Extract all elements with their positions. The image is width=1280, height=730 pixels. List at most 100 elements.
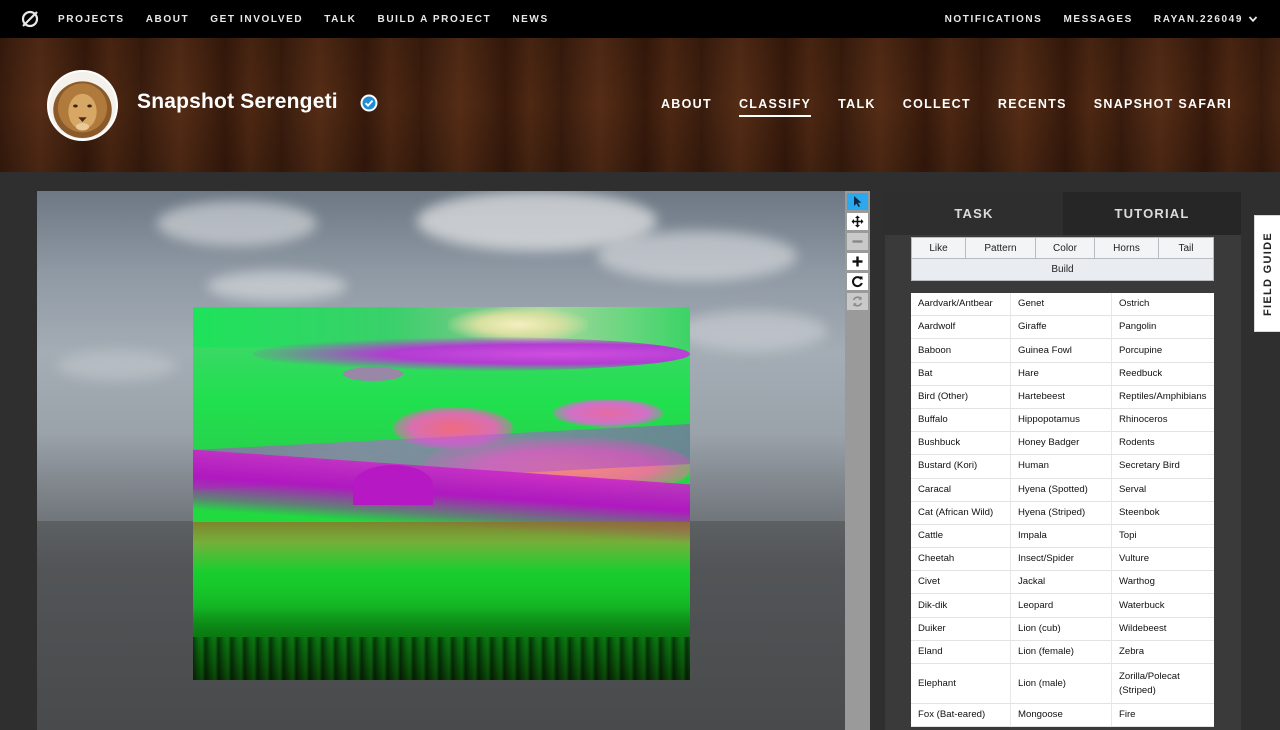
species-choice[interactable]: Reptiles/Amphibians: [1112, 386, 1214, 409]
user-nav: NOTIFICATIONS MESSAGES RAYAN.226049: [945, 14, 1258, 25]
species-choice[interactable]: Serval: [1112, 479, 1214, 502]
species-choice[interactable]: Civet: [911, 571, 1011, 595]
species-choice[interactable]: Cattle: [911, 524, 1011, 549]
move-tool-button[interactable]: [847, 213, 868, 230]
species-choice[interactable]: Rodents: [1112, 432, 1214, 456]
species-choice[interactable]: Waterbuck: [1112, 594, 1214, 618]
species-choice[interactable]: Buffalo: [911, 408, 1011, 433]
messages-link[interactable]: MESSAGES: [1063, 14, 1132, 25]
filter-color-button[interactable]: Color: [1036, 237, 1095, 259]
species-choice[interactable]: Topi: [1112, 525, 1214, 549]
species-choice[interactable]: Aardwolf: [911, 316, 1011, 340]
field-guide-tab[interactable]: FIELD GUIDE: [1254, 215, 1280, 332]
user-menu[interactable]: RAYAN.226049: [1154, 14, 1258, 25]
species-choice[interactable]: Lion (male): [1011, 664, 1112, 704]
tab-tutorial[interactable]: TUTORIAL: [1063, 192, 1241, 235]
project-nav-recents[interactable]: RECENTS: [998, 97, 1067, 111]
species-choice[interactable]: Duiker: [911, 617, 1011, 641]
tab-task[interactable]: TASK: [885, 192, 1063, 235]
filter-horns-button[interactable]: Horns: [1095, 237, 1159, 259]
get-involved-link[interactable]: GET INVOLVED: [210, 14, 303, 25]
species-choice[interactable]: Porcupine: [1112, 339, 1214, 363]
subject-viewer[interactable]: [37, 191, 845, 730]
global-nav-links: PROJECTS ABOUT GET INVOLVED TALK BUILD A PRO…: [58, 14, 570, 25]
filter-tail-button[interactable]: Tail: [1159, 237, 1214, 259]
move-icon: [851, 215, 864, 228]
species-choice[interactable]: Aardvark/Antbear: [911, 293, 1011, 317]
zoom-out-button[interactable]: [847, 233, 868, 250]
species-choice[interactable]: Baboon: [911, 339, 1011, 363]
species-choice[interactable]: Giraffe: [1011, 316, 1112, 340]
news-link[interactable]: NEWS: [512, 14, 548, 25]
species-choice[interactable]: Fire: [1112, 704, 1214, 728]
species-choice[interactable]: Hartebeest: [1011, 385, 1112, 409]
species-choice[interactable]: Elephant: [911, 664, 1011, 704]
species-choice[interactable]: Bustard (Kori): [911, 455, 1011, 479]
project-title[interactable]: Snapshot Serengeti: [137, 90, 338, 114]
filter-pattern-button[interactable]: Pattern: [966, 237, 1036, 259]
species-choice[interactable]: Dik-dik: [911, 594, 1011, 618]
project-nav-classify[interactable]: CLASSIFY: [738, 97, 812, 117]
species-choice[interactable]: Jackal: [1011, 571, 1112, 595]
species-choice[interactable]: Wildebeest: [1112, 618, 1214, 641]
species-choice[interactable]: Bat: [911, 362, 1011, 386]
filter-build-button[interactable]: Build: [911, 259, 1214, 281]
zoom-in-icon: [852, 256, 863, 267]
project-nav-talk[interactable]: TALK: [838, 97, 876, 111]
build-a-project-link[interactable]: BUILD A PROJECT: [378, 14, 492, 25]
species-choice[interactable]: Genet: [1011, 293, 1112, 317]
reset-icon: [852, 296, 863, 307]
species-choice[interactable]: Hyena (Striped): [1011, 501, 1112, 525]
filter-like-button[interactable]: Like: [911, 237, 966, 259]
subject-image[interactable]: [193, 307, 690, 680]
species-choice[interactable]: Secretary Bird: [1112, 455, 1214, 479]
species-choice[interactable]: Zebra: [1112, 641, 1214, 664]
species-choice[interactable]: Fox (Bat-eared): [911, 704, 1011, 728]
rotate-button[interactable]: [847, 273, 868, 290]
species-choice[interactable]: Rhinoceros: [1112, 409, 1214, 433]
species-choice[interactable]: Insect/Spider: [1011, 548, 1112, 572]
species-choice[interactable]: Hippopotamus: [1011, 408, 1112, 433]
zoom-out-icon: [852, 240, 863, 243]
talk-link[interactable]: TALK: [324, 14, 356, 25]
project-nav-snapshot-safari[interactable]: SNAPSHOT SAFARI: [1094, 97, 1232, 111]
species-choice[interactable]: Pangolin: [1112, 316, 1214, 340]
species-choice[interactable]: Warthog: [1112, 571, 1214, 595]
species-choice[interactable]: Bushbuck: [911, 432, 1011, 456]
pointer-tool-button[interactable]: [847, 193, 868, 210]
species-choice[interactable]: Reedbuck: [1112, 363, 1214, 386]
zooniverse-logo-icon[interactable]: [20, 9, 40, 29]
projects-link[interactable]: PROJECTS: [58, 14, 125, 25]
species-choice[interactable]: Caracal: [911, 478, 1011, 502]
species-choice[interactable]: Steenbok: [1112, 502, 1214, 525]
pointer-icon: [854, 196, 862, 207]
species-choice[interactable]: Leopard: [1011, 594, 1112, 618]
species-choice[interactable]: Cat (African Wild): [911, 501, 1011, 525]
species-choice[interactable]: Zorilla/Polecat (Striped): [1112, 664, 1214, 704]
species-choice[interactable]: Guinea Fowl: [1011, 339, 1112, 363]
species-choice[interactable]: Ostrich: [1112, 293, 1214, 317]
notifications-link[interactable]: NOTIFICATIONS: [945, 14, 1043, 25]
chevron-down-icon: [1248, 16, 1258, 23]
reset-button[interactable]: [847, 293, 868, 310]
species-choice[interactable]: Lion (cub): [1011, 617, 1112, 641]
species-choice[interactable]: Vulture: [1112, 548, 1214, 572]
species-choice[interactable]: Hyena (Spotted): [1011, 478, 1112, 502]
species-choice[interactable]: Hare: [1011, 362, 1112, 386]
species-choice[interactable]: Impala: [1011, 524, 1112, 549]
project-nav-about[interactable]: ABOUT: [661, 97, 712, 111]
species-choice[interactable]: Human: [1011, 455, 1112, 479]
classifier-panel: TASK TUTORIAL Like Pattern Color Horns Tail …: [885, 192, 1241, 730]
species-choice[interactable]: Cheetah: [911, 548, 1011, 572]
species-choice[interactable]: Honey Badger: [1011, 432, 1112, 456]
project-avatar[interactable]: [47, 70, 118, 141]
species-choice[interactable]: Mongoose: [1011, 704, 1112, 728]
species-choice[interactable]: Eland: [911, 640, 1011, 664]
species-choice[interactable]: Bird (Other): [911, 385, 1011, 409]
field-guide-label: FIELD GUIDE: [1261, 231, 1274, 316]
project-nav-collect[interactable]: COLLECT: [903, 97, 971, 111]
species-choice[interactable]: Lion (female): [1011, 640, 1112, 664]
about-link[interactable]: ABOUT: [146, 14, 190, 25]
global-top-nav: PROJECTS ABOUT GET INVOLVED TALK BUILD A PRO…: [0, 0, 1280, 38]
zoom-in-button[interactable]: [847, 253, 868, 270]
